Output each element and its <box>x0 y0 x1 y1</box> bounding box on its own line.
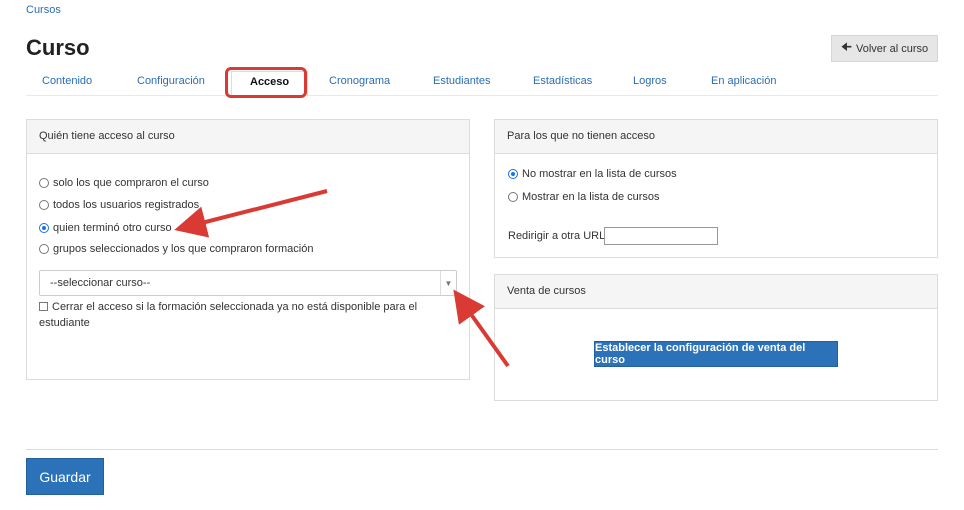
annotation-arrow-to-radio <box>174 189 328 238</box>
annotation-arrows <box>174 189 510 368</box>
annotation-arrow-to-select <box>453 289 510 368</box>
